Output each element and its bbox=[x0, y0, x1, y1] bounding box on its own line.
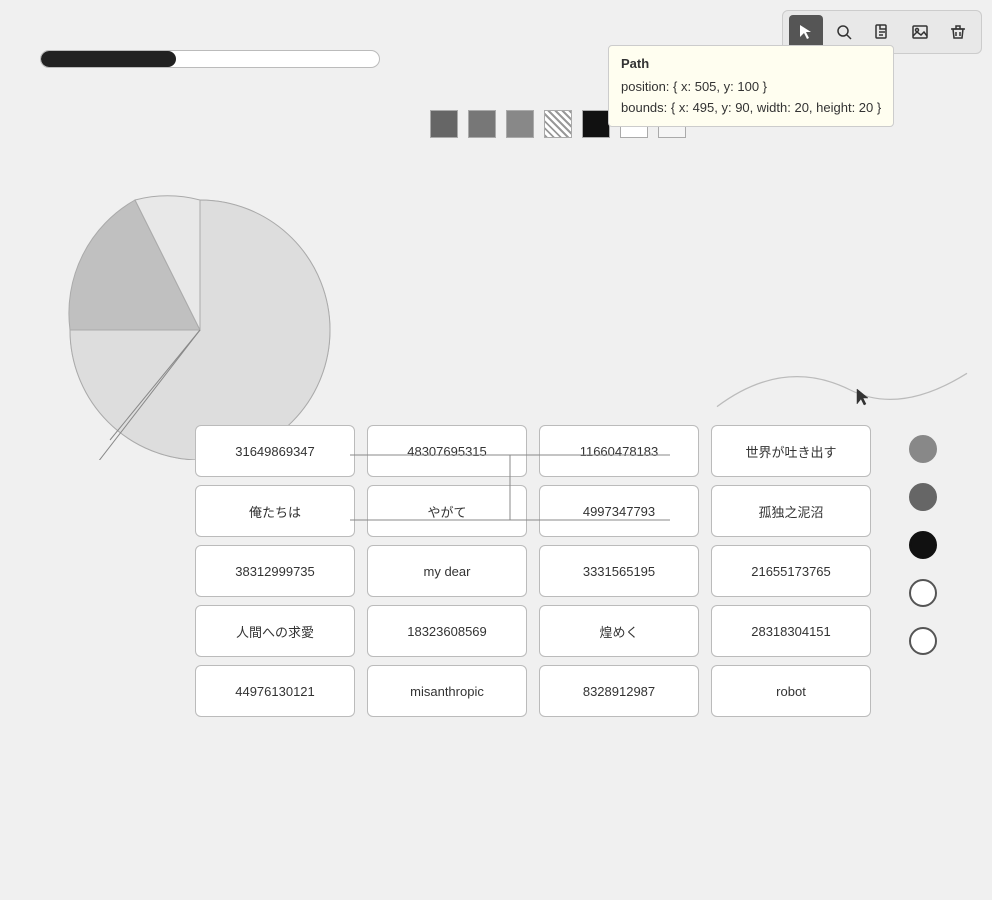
data-grid: 31649869347 48307695315 11660478183 世界が吐… bbox=[195, 425, 871, 717]
cell-1-2[interactable]: 4997347793 bbox=[539, 485, 699, 537]
cell-4-2[interactable]: 8328912987 bbox=[539, 665, 699, 717]
cell-3-1[interactable]: 18323608569 bbox=[367, 605, 527, 657]
cell-4-0[interactable]: 44976130121 bbox=[195, 665, 355, 717]
circle-indicators bbox=[909, 435, 937, 655]
progress-bar[interactable] bbox=[40, 50, 380, 68]
cell-0-2[interactable]: 11660478183 bbox=[539, 425, 699, 477]
swatch-gray[interactable] bbox=[506, 110, 534, 138]
tooltip-bounds: bounds: { x: 495, y: 90, width: 20, heig… bbox=[621, 98, 881, 119]
cell-1-3[interactable]: 孤独之泥沼 bbox=[711, 485, 871, 537]
circle-indicator-1[interactable] bbox=[909, 435, 937, 463]
cell-4-1[interactable]: misanthropic bbox=[367, 665, 527, 717]
cell-2-2[interactable]: 3331565195 bbox=[539, 545, 699, 597]
progress-fill bbox=[41, 51, 176, 67]
bounds-label: bounds: bbox=[621, 100, 667, 115]
circle-indicator-4[interactable] bbox=[909, 579, 937, 607]
cell-4-3[interactable]: robot bbox=[711, 665, 871, 717]
swatch-medium-gray[interactable] bbox=[468, 110, 496, 138]
swatch-hatched[interactable] bbox=[544, 110, 572, 138]
cell-1-1[interactable]: やがて bbox=[367, 485, 527, 537]
cursor-indicator bbox=[856, 388, 866, 404]
cell-3-3[interactable]: 28318304151 bbox=[711, 605, 871, 657]
circle-indicator-3[interactable] bbox=[909, 531, 937, 559]
cell-2-1[interactable]: my dear bbox=[367, 545, 527, 597]
tooltip-position: position: { x: 505, y: 100 } bbox=[621, 77, 881, 98]
tooltip-title: Path bbox=[621, 54, 881, 75]
path-tooltip: Path position: { x: 505, y: 100 } bounds… bbox=[608, 45, 894, 127]
cell-2-3[interactable]: 21655173765 bbox=[711, 545, 871, 597]
swatch-black[interactable] bbox=[582, 110, 610, 138]
cell-1-0[interactable]: 俺たちは bbox=[195, 485, 355, 537]
bounds-value: { x: 495, y: 90, width: 20, height: 20 } bbox=[671, 100, 881, 115]
position-value: { x: 505, y: 100 } bbox=[673, 79, 767, 94]
cell-0-1[interactable]: 48307695315 bbox=[367, 425, 527, 477]
pie-chart-area bbox=[30, 180, 360, 460]
cell-3-2[interactable]: 煌めく bbox=[539, 605, 699, 657]
position-label: position: bbox=[621, 79, 669, 94]
search-tool-button[interactable] bbox=[827, 15, 861, 49]
image-tool-button[interactable] bbox=[903, 15, 937, 49]
cell-0-3[interactable]: 世界が吐き出す bbox=[711, 425, 871, 477]
circle-indicator-2[interactable] bbox=[909, 483, 937, 511]
pie-chart bbox=[30, 180, 340, 460]
swatch-dark-gray[interactable] bbox=[430, 110, 458, 138]
circle-indicator-5[interactable] bbox=[909, 627, 937, 655]
cell-3-0[interactable]: 人間への求愛 bbox=[195, 605, 355, 657]
cursor-tool-button[interactable] bbox=[789, 15, 823, 49]
pdf-tool-button[interactable] bbox=[865, 15, 899, 49]
cell-0-0[interactable]: 31649869347 bbox=[195, 425, 355, 477]
cell-2-0[interactable]: 38312999735 bbox=[195, 545, 355, 597]
trash-tool-button[interactable] bbox=[941, 15, 975, 49]
